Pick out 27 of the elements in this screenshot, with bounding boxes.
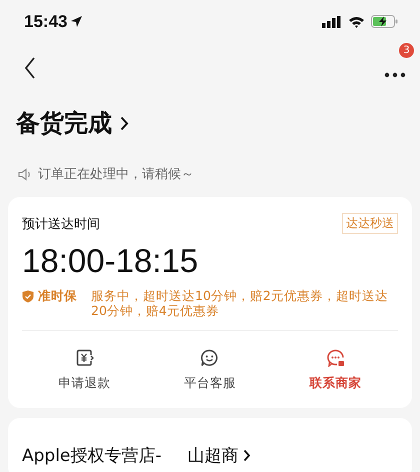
order-status-title: 备货完成	[16, 108, 112, 139]
signal-icon	[322, 16, 342, 28]
guarantee-label: 准时保	[38, 288, 77, 305]
notification-badge: 3	[399, 42, 414, 58]
back-icon[interactable]	[24, 57, 36, 79]
chevron-right-icon[interactable]	[242, 449, 251, 462]
wifi-icon	[348, 16, 365, 28]
delivery-time: 18:00-18:15	[22, 242, 200, 280]
battery-charging-icon	[371, 15, 398, 28]
smiley-chat-icon	[200, 349, 220, 367]
status-time: 15:43	[24, 12, 68, 32]
service-button[interactable]: 平台客服	[176, 345, 244, 396]
notice-text: 订单正在处理中，请稍候～	[38, 166, 194, 183]
location-arrow-icon	[70, 15, 84, 28]
more-icon[interactable]	[384, 72, 406, 78]
shield-check-icon	[22, 290, 34, 303]
yen-receipt-icon	[76, 349, 94, 367]
merchant-button[interactable]: 联系商家	[301, 345, 370, 396]
store-name[interactable]: Apple授权专营店-	[22, 444, 162, 467]
guarantee-text: 服务中，超时送达10分钟，赔2元优惠券，超时送达20分钟，赔4元优惠券	[91, 288, 389, 318]
delivery-label: 预计送达时间	[22, 216, 100, 232]
refund-button[interactable]: 申请退款	[50, 345, 119, 396]
chevron-right-icon[interactable]	[120, 116, 129, 130]
courier-tag: 达达秒送	[342, 213, 398, 234]
speaker-icon	[18, 168, 33, 180]
store-name[interactable]: 山超商	[188, 444, 239, 467]
store-chat-icon	[326, 349, 345, 367]
